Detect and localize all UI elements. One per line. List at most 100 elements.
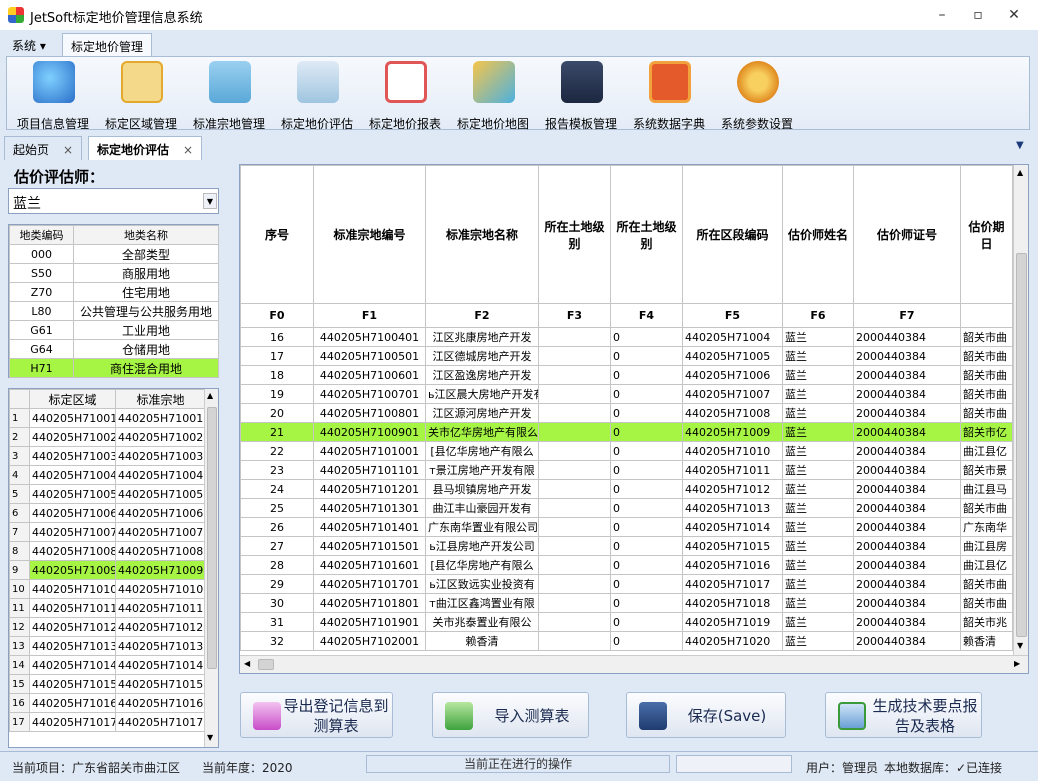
- scroll-down-icon[interactable]: ▼: [1017, 641, 1023, 650]
- grid-row[interactable]: 22 440205H7101001 [县亿华房地产有限么 0 440205H71010 蓝…: [240, 441, 1013, 461]
- grid-row[interactable]: 20 440205H7100801 江区源河房地产开发 0 440205H71008 蓝兰…: [240, 403, 1013, 423]
- landtype-header-code[interactable]: 地类编码: [9, 225, 74, 245]
- landtype-row[interactable]: G64 仓储用地: [9, 339, 219, 359]
- grid-row[interactable]: 16 440205H7100401 江区兆康房地产开发 0 440205H71004 蓝兰…: [240, 327, 1013, 347]
- grid-row[interactable]: 23 440205H7101101 т景江房地产开发有限 0 440205H71011 蓝…: [240, 460, 1013, 480]
- grid-cell: 30: [240, 593, 314, 613]
- ribbon-price-map[interactable]: 标定地价地图: [449, 59, 537, 131]
- grid-row[interactable]: 17 440205H7100501 江区德城房地产开发 0 440205H71005 蓝兰…: [240, 346, 1013, 366]
- export-button[interactable]: 导出登记信息到测算表: [240, 692, 393, 738]
- grid-cell: 关市兆泰置业有限公: [425, 612, 539, 632]
- grid-row[interactable]: 31 440205H7101901 关市兆泰置业有限公 0 440205H71019 蓝兰…: [240, 612, 1013, 632]
- grid-cell: 440205H7100901: [313, 422, 426, 442]
- region-row[interactable]: 17440205H71017440205H7101701: [9, 712, 206, 732]
- grid-row[interactable]: 27 440205H7101501 ь江县房地产开发公司 0 440205H71015 蓝…: [240, 536, 1013, 556]
- grid-row[interactable]: 19 440205H7100701 ь江区晨大房地产开发有 0 440205H71007…: [240, 384, 1013, 404]
- region-scrollbar[interactable]: ▲ ▼: [204, 389, 218, 747]
- landtype-row[interactable]: S50 商服用地: [9, 263, 219, 283]
- grid-cell: [538, 574, 611, 594]
- scroll-left-icon[interactable]: ◀: [244, 659, 250, 668]
- grid-header[interactable]: 所在区段编码: [682, 165, 783, 304]
- landtype-row[interactable]: Z70 住宅用地: [9, 282, 219, 302]
- ribbon-data-dictionary[interactable]: 系统数据字典: [625, 59, 713, 131]
- region-row[interactable]: 5440205H71005440205H7100501: [9, 484, 206, 504]
- tab-home[interactable]: 起始页 ×: [4, 136, 83, 160]
- scroll-down-icon[interactable]: ▼: [207, 733, 213, 742]
- grid-header[interactable]: 估价期日: [960, 165, 1013, 304]
- ribbon-parcel-manage[interactable]: 标准宗地管理: [185, 59, 273, 131]
- scroll-thumb[interactable]: [258, 659, 274, 670]
- region-row[interactable]: 7440205H71007440205H7100701: [9, 522, 206, 542]
- grid-row[interactable]: 28 440205H7101601 [县亿华房地产有限么 0 440205H71016 蓝…: [240, 555, 1013, 575]
- close-icon[interactable]: ✕: [1002, 6, 1026, 24]
- grid-header[interactable]: 估价师证号: [853, 165, 961, 304]
- appraiser-select[interactable]: 蓝兰 ▼: [8, 188, 219, 214]
- grid-cell: 440205H71019: [682, 612, 783, 632]
- region-row[interactable]: 14440205H71014440205H7101401: [9, 655, 206, 675]
- scroll-thumb[interactable]: [1016, 253, 1027, 637]
- ribbon-region-manage[interactable]: 标定区域管理: [97, 59, 185, 131]
- region-row[interactable]: 16440205H71016440205H7101601: [9, 693, 206, 713]
- ribbon-template-manage[interactable]: 报告模板管理: [537, 59, 625, 131]
- import-button[interactable]: 导入测算表: [432, 692, 589, 738]
- landtype-header-name[interactable]: 地类名称: [73, 225, 219, 245]
- grid-row[interactable]: 29 440205H7101701 ь江区致远实业投资有 0 440205H71017 蓝…: [240, 574, 1013, 594]
- save-button[interactable]: 保存(Save): [626, 692, 786, 738]
- landtype-row[interactable]: 000 全部类型: [9, 244, 219, 264]
- grid-row[interactable]: 18 440205H7100601 江区盈逸房地产开发 0 440205H71006 蓝兰…: [240, 365, 1013, 385]
- grid-header[interactable]: 标准宗地编号: [313, 165, 426, 304]
- scroll-up-icon[interactable]: ▲: [1017, 168, 1023, 177]
- main-vscrollbar[interactable]: ▲ ▼: [1013, 165, 1028, 655]
- close-tab-icon[interactable]: ×: [183, 143, 193, 157]
- landtype-row[interactable]: H71 商住混合用地: [9, 358, 219, 378]
- main-hscrollbar[interactable]: ◀ ▶: [240, 655, 1028, 673]
- scroll-thumb[interactable]: [207, 407, 217, 669]
- chevron-down-icon[interactable]: ▼: [203, 193, 217, 209]
- region-row[interactable]: 12440205H71012440205H7101201: [9, 617, 206, 637]
- grid-cell: 440205H7101401: [313, 517, 426, 537]
- grid-header[interactable]: 估价师姓名: [782, 165, 854, 304]
- region-row[interactable]: 9440205H71009440205H7100901: [9, 560, 206, 580]
- maximize-icon[interactable]: ▫: [966, 6, 990, 24]
- grid-header[interactable]: 所在土地级别: [538, 165, 611, 304]
- region-row[interactable]: 2440205H71002440205H7100201: [9, 427, 206, 447]
- minimize-icon[interactable]: –: [930, 6, 954, 24]
- menu-system[interactable]: 系统 ▾: [4, 33, 54, 56]
- grid-row[interactable]: 26 440205H7101401 广东南华置业有限公司 0 440205H71014 蓝…: [240, 517, 1013, 537]
- scroll-right-icon[interactable]: ▶: [1014, 659, 1020, 668]
- ribbon-system-params[interactable]: 系统参数设置: [713, 59, 801, 131]
- region-header-parcel[interactable]: 标准宗地: [115, 389, 206, 409]
- region-row[interactable]: 10440205H71010440205H7101001: [9, 579, 206, 599]
- ribbon-project-info[interactable]: 项目信息管理: [9, 59, 97, 131]
- grid-row[interactable]: 24 440205H7101201 县马坝镇房地产开发 0 440205H71012 蓝兰…: [240, 479, 1013, 499]
- close-tab-icon[interactable]: ×: [63, 143, 73, 157]
- grid-row[interactable]: 30 440205H7101801 т曲江区鑫鸿置业有限 0 440205H71018 蓝…: [240, 593, 1013, 613]
- grid-header[interactable]: 序号: [240, 165, 314, 304]
- landtype-row[interactable]: L80 公共管理与公共服务用地: [9, 301, 219, 321]
- grid-cell: 24: [240, 479, 314, 499]
- tab-price-eval[interactable]: 标定地价评估 ×: [88, 136, 203, 160]
- ribbon-price-eval[interactable]: 标定地价评估: [273, 59, 361, 131]
- region-row[interactable]: 11440205H71011440205H7101101: [9, 598, 206, 618]
- region-row[interactable]: 15440205H71015440205H7101501: [9, 674, 206, 694]
- grid-row[interactable]: 32 440205H7102001 赖香清 0 440205H71020 蓝兰 200044…: [240, 631, 1013, 651]
- scroll-up-icon[interactable]: ▲: [207, 391, 213, 400]
- region-row[interactable]: 13440205H71013440205H7101301: [9, 636, 206, 656]
- grid-header[interactable]: 所在土地级别: [610, 165, 683, 304]
- region-row[interactable]: 1440205H71001440205H7100101: [9, 408, 206, 428]
- grid-field-code: F6: [782, 303, 854, 328]
- landtype-row[interactable]: G61 工业用地: [9, 320, 219, 340]
- region-row[interactable]: 8440205H71008440205H7100801: [9, 541, 206, 561]
- grid-row[interactable]: 21 440205H7100901 关市亿华房地产有限么 0 440205H71009 蓝…: [240, 422, 1013, 442]
- grid-cell: 440205H7102001: [313, 631, 426, 651]
- grid-header[interactable]: 标准宗地名称: [425, 165, 539, 304]
- region-row[interactable]: 3440205H71003440205H7100301: [9, 446, 206, 466]
- region-row[interactable]: 6440205H71006440205H7100601: [9, 503, 206, 523]
- report-button[interactable]: 生成技术要点报告及表格: [825, 692, 982, 738]
- region-row[interactable]: 4440205H71004440205H7100401: [9, 465, 206, 485]
- tab-dropdown-icon[interactable]: ▼: [1016, 140, 1024, 151]
- grid-row[interactable]: 25 440205H7101301 曲江丰山豪园开发有 0 440205H71013 蓝兰…: [240, 498, 1013, 518]
- menu-tab-landprice[interactable]: 标定地价管理: [62, 33, 153, 56]
- region-header-region[interactable]: 标定区域: [29, 389, 116, 409]
- ribbon-price-report[interactable]: 标定地价报表: [361, 59, 449, 131]
